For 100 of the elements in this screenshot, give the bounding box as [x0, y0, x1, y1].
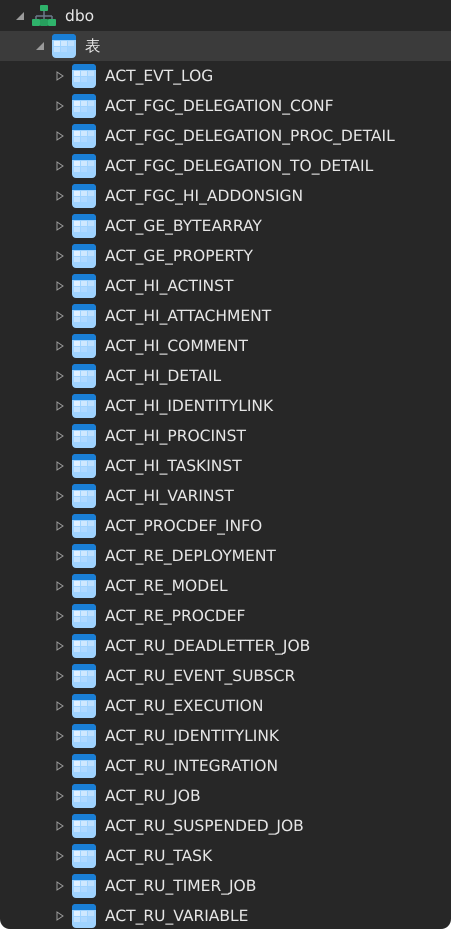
tree-label[interactable]: ACT_RU_IDENTITYLINK: [105, 727, 280, 745]
expand-arrow-icon[interactable]: [55, 191, 65, 201]
tree-row[interactable]: ACT_GE_PROPERTY: [0, 241, 451, 271]
tree-row[interactable]: ACT_FGC_DELEGATION_CONF: [0, 91, 451, 121]
tree-label[interactable]: ACT_RU_JOB: [105, 787, 201, 805]
tree-row[interactable]: ACT_RU_JOB: [0, 781, 451, 811]
tree-label[interactable]: ACT_GE_PROPERTY: [105, 247, 253, 265]
tree-row[interactable]: ACT_RU_INTEGRATION: [0, 751, 451, 781]
tree-label[interactable]: ACT_FGC_DELEGATION_CONF: [105, 97, 334, 115]
tree-row[interactable]: ACT_RE_DEPLOYMENT: [0, 541, 451, 571]
tree-label[interactable]: ACT_HI_IDENTITYLINK: [105, 397, 274, 415]
tree-label[interactable]: ACT_RU_EXECUTION: [105, 697, 264, 715]
expand-arrow-icon[interactable]: [55, 491, 65, 501]
tree-row[interactable]: ACT_PROCDEF_INFO: [0, 511, 451, 541]
tree-label[interactable]: ACT_HI_PROCINST: [105, 427, 246, 445]
tree-row[interactable]: ACT_RU_TASK: [0, 841, 451, 871]
tree-label[interactable]: dbo: [65, 7, 94, 25]
tree-label[interactable]: ACT_FGC_DELEGATION_TO_DETAIL: [105, 157, 374, 175]
tree-row[interactable]: ACT_GE_BYTEARRAY: [0, 211, 451, 241]
tree-label[interactable]: ACT_PROCDEF_INFO: [105, 517, 262, 535]
tree-row[interactable]: ACT_HI_ATTACHMENT: [0, 301, 451, 331]
tree-row[interactable]: ACT_HI_COMMENT: [0, 331, 451, 361]
expand-arrow-icon[interactable]: [55, 611, 65, 621]
tree-label[interactable]: ACT_RU_VARIABLE: [105, 907, 248, 925]
tree-row[interactable]: ACT_RU_SUSPENDED_JOB: [0, 811, 451, 841]
tree-row[interactable]: ACT_RU_VARIABLE: [0, 901, 451, 929]
expand-arrow-icon[interactable]: [55, 821, 65, 831]
tree-label[interactable]: ACT_RE_PROCDEF: [105, 607, 246, 625]
tree-row[interactable]: ACT_FGC_HI_ADDONSIGN: [0, 181, 451, 211]
expand-arrow-icon[interactable]: [55, 311, 65, 321]
expand-arrow-icon[interactable]: [55, 851, 65, 861]
tree-label[interactable]: ACT_RU_DEADLETTER_JOB: [105, 637, 310, 655]
table-icon: [72, 784, 96, 808]
tree-row[interactable]: ACT_HI_DETAIL: [0, 361, 451, 391]
tree-row[interactable]: ACT_RU_IDENTITYLINK: [0, 721, 451, 751]
tree-row[interactable]: ACT_HI_TASKINST: [0, 451, 451, 481]
tree-label[interactable]: ACT_FGC_HI_ADDONSIGN: [105, 187, 304, 205]
table-icon: [72, 244, 96, 268]
tree-row[interactable]: ACT_HI_PROCINST: [0, 421, 451, 451]
tree-label[interactable]: ACT_RU_TIMER_JOB: [105, 877, 256, 895]
tree-label[interactable]: ACT_RU_TASK: [105, 847, 212, 865]
table-icon: [72, 274, 96, 298]
tree-label[interactable]: ACT_FGC_DELEGATION_PROC_DETAIL: [105, 127, 395, 145]
collapse-arrow-icon[interactable]: [35, 41, 45, 51]
expand-arrow-icon[interactable]: [55, 551, 65, 561]
tree-label[interactable]: ACT_HI_DETAIL: [105, 367, 222, 385]
tree-row[interactable]: dbo: [0, 1, 451, 31]
expand-arrow-icon[interactable]: [55, 341, 65, 351]
tree-label[interactable]: ACT_HI_TASKINST: [105, 457, 242, 475]
expand-arrow-icon[interactable]: [55, 251, 65, 261]
expand-arrow-icon[interactable]: [55, 221, 65, 231]
expand-arrow-icon[interactable]: [55, 581, 65, 591]
expand-arrow-icon[interactable]: [55, 881, 65, 891]
tree-row[interactable]: ACT_HI_IDENTITYLINK: [0, 391, 451, 421]
tree-label[interactable]: ACT_RU_SUSPENDED_JOB: [105, 817, 304, 835]
expand-arrow-icon[interactable]: [55, 71, 65, 81]
tree-label[interactable]: ACT_RU_EVENT_SUBSCR: [105, 667, 296, 685]
expand-arrow-icon[interactable]: [55, 431, 65, 441]
tree-label[interactable]: ACT_HI_VARINST: [105, 487, 234, 505]
table-icon: [52, 34, 76, 58]
tree-row[interactable]: ACT_RU_EXECUTION: [0, 691, 451, 721]
expand-arrow-icon[interactable]: [55, 461, 65, 471]
table-icon: [72, 484, 96, 508]
expand-arrow-icon[interactable]: [55, 161, 65, 171]
tree-row[interactable]: ACT_EVT_LOG: [0, 61, 451, 91]
tree-label[interactable]: 表: [85, 36, 101, 56]
tree-label[interactable]: ACT_RU_INTEGRATION: [105, 757, 278, 775]
tree-row[interactable]: ACT_HI_VARINST: [0, 481, 451, 511]
tree-label[interactable]: ACT_RE_DEPLOYMENT: [105, 547, 276, 565]
expand-arrow-icon[interactable]: [55, 401, 65, 411]
expand-arrow-icon[interactable]: [55, 131, 65, 141]
expand-arrow-icon[interactable]: [55, 701, 65, 711]
tree-label[interactable]: ACT_EVT_LOG: [105, 67, 214, 85]
tree-label[interactable]: ACT_HI_COMMENT: [105, 337, 248, 355]
tree-label[interactable]: ACT_RE_MODEL: [105, 577, 228, 595]
table-icon: [72, 514, 96, 538]
tree-label[interactable]: ACT_HI_ATTACHMENT: [105, 307, 272, 325]
expand-arrow-icon[interactable]: [55, 281, 65, 291]
expand-arrow-icon[interactable]: [55, 641, 65, 651]
tree-row[interactable]: 表: [0, 31, 451, 61]
expand-arrow-icon[interactable]: [55, 791, 65, 801]
tree-row[interactable]: ACT_RU_EVENT_SUBSCR: [0, 661, 451, 691]
tree-row[interactable]: ACT_RE_PROCDEF: [0, 601, 451, 631]
expand-arrow-icon[interactable]: [55, 101, 65, 111]
tree-row[interactable]: ACT_FGC_DELEGATION_PROC_DETAIL: [0, 121, 451, 151]
expand-arrow-icon[interactable]: [55, 731, 65, 741]
expand-arrow-icon[interactable]: [55, 521, 65, 531]
collapse-arrow-icon[interactable]: [15, 11, 25, 21]
table-icon: [72, 214, 96, 238]
expand-arrow-icon[interactable]: [55, 671, 65, 681]
expand-arrow-icon[interactable]: [55, 761, 65, 771]
expand-arrow-icon[interactable]: [55, 371, 65, 381]
tree-label[interactable]: ACT_HI_ACTINST: [105, 277, 234, 295]
tree-row[interactable]: ACT_RU_TIMER_JOB: [0, 871, 451, 901]
tree-row[interactable]: ACT_RU_DEADLETTER_JOB: [0, 631, 451, 661]
tree-label[interactable]: ACT_GE_BYTEARRAY: [105, 217, 262, 235]
tree-row[interactable]: ACT_HI_ACTINST: [0, 271, 451, 301]
expand-arrow-icon[interactable]: [55, 911, 65, 921]
tree-row[interactable]: ACT_RE_MODEL: [0, 571, 451, 601]
tree-row[interactable]: ACT_FGC_DELEGATION_TO_DETAIL: [0, 151, 451, 181]
